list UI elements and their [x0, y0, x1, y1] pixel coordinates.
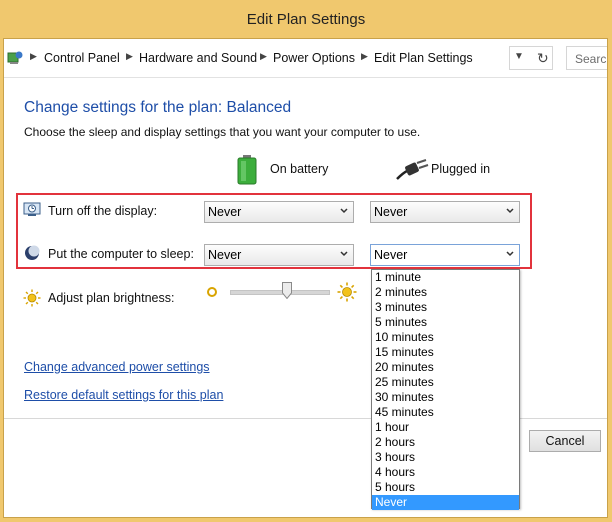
display-icon [23, 202, 41, 216]
restore-default-settings-link[interactable]: Restore default settings for this plan [24, 388, 223, 402]
control-panel-icon [7, 51, 23, 64]
dropdown-option[interactable]: 2 hours [372, 435, 519, 450]
brightness-icon [23, 289, 41, 307]
page-title: Change settings for the plan: Balanced [24, 99, 292, 116]
plug-icon [396, 159, 429, 180]
dropdown-option[interactable]: 4 hours [372, 465, 519, 480]
sleep-battery-select[interactable]: Never [204, 244, 354, 266]
dropdown-option[interactable]: Never [372, 495, 519, 510]
display-battery-value: Never [208, 205, 242, 219]
breadcrumb-separator-icon[interactable]: ▶ [361, 51, 368, 62]
dropdown-option[interactable]: 3 minutes [372, 300, 519, 315]
window-title: Edit Plan Settings [246, 10, 366, 28]
window-title-bar: Edit Plan Settings [0, 0, 612, 38]
dropdown-option[interactable]: 10 minutes [372, 330, 519, 345]
dropdown-option[interactable]: 20 minutes [372, 360, 519, 375]
breadcrumb-separator-icon: ▶ [30, 51, 37, 61]
page-description: Choose the sleep and display settings th… [24, 125, 421, 139]
refresh-icon[interactable]: ↻ [537, 50, 549, 67]
sleep-plugged-select[interactable]: Never [370, 244, 520, 266]
display-plugged-value: Never [374, 205, 408, 219]
dropdown-option[interactable]: 5 hours [372, 480, 519, 495]
link-text: Change advanced power settings [24, 360, 210, 374]
sleep-label: Put the computer to sleep: [48, 247, 194, 261]
dropdown-option[interactable]: 5 minutes [372, 315, 519, 330]
brightness-low-icon [207, 287, 217, 297]
address-controls: ▼ ↻ [509, 46, 553, 70]
breadcrumb-power-options[interactable]: Power Options [273, 51, 355, 65]
dropdown-option[interactable]: 3 hours [372, 450, 519, 465]
brightness-slider-track[interactable] [230, 290, 330, 295]
brightness-slider-thumb[interactable] [282, 282, 292, 299]
chevron-down-icon[interactable]: ▼ [514, 51, 524, 62]
brightness-high-icon [337, 282, 357, 302]
breadcrumb-control-panel[interactable]: Control Panel [44, 51, 120, 65]
dropdown-option[interactable]: 45 minutes [372, 405, 519, 420]
chevron-down-icon [506, 208, 514, 214]
address-bar: ▶ Control Panel ▶ Hardware and Sound ▶ P… [4, 39, 607, 78]
display-battery-select[interactable]: Never [204, 201, 354, 223]
breadcrumb-hardware-and-sound[interactable]: Hardware and Sound [139, 51, 257, 65]
cancel-button[interactable]: Cancel [529, 430, 601, 452]
chevron-down-icon [340, 208, 348, 214]
brightness-label: Adjust plan brightness: [48, 291, 175, 305]
sleep-battery-value: Never [208, 248, 242, 262]
breadcrumb-separator-icon[interactable]: ▶ [126, 51, 133, 62]
sleep-plugged-value: Never [374, 248, 408, 262]
change-advanced-power-settings-link[interactable]: Change advanced power settings [24, 360, 210, 374]
dropdown-option[interactable]: 25 minutes [372, 375, 519, 390]
dropdown-option[interactable]: 30 minutes [372, 390, 519, 405]
column-label-plugged-in: Plugged in [431, 162, 491, 176]
dropdown-option[interactable]: 1 hour [372, 420, 519, 435]
dropdown-option[interactable]: 1 minute [372, 270, 519, 285]
sleep-plugged-dropdown-list[interactable]: 1 minute 2 minutes 3 minutes 5 minutes 10 mi… [371, 269, 520, 510]
display-off-label: Turn off the display: [48, 204, 158, 218]
link-text: Restore default settings for this plan [24, 388, 224, 402]
breadcrumb-edit-plan-settings[interactable]: Edit Plan Settings [374, 51, 473, 65]
sleep-icon [25, 245, 40, 260]
window-content: ▶ Control Panel ▶ Hardware and Sound ▶ P… [3, 38, 608, 518]
search-placeholder: Search [575, 52, 607, 66]
battery-icon [237, 155, 257, 185]
chevron-down-icon [506, 251, 514, 257]
column-label-on-battery: On battery [270, 162, 329, 176]
dropdown-option[interactable]: 15 minutes [372, 345, 519, 360]
search-input[interactable]: Search [566, 46, 607, 70]
breadcrumb-separator-icon[interactable]: ▶ [260, 51, 267, 62]
display-plugged-select[interactable]: Never [370, 201, 520, 223]
dropdown-option[interactable]: 2 minutes [372, 285, 519, 300]
chevron-down-icon [340, 251, 348, 257]
